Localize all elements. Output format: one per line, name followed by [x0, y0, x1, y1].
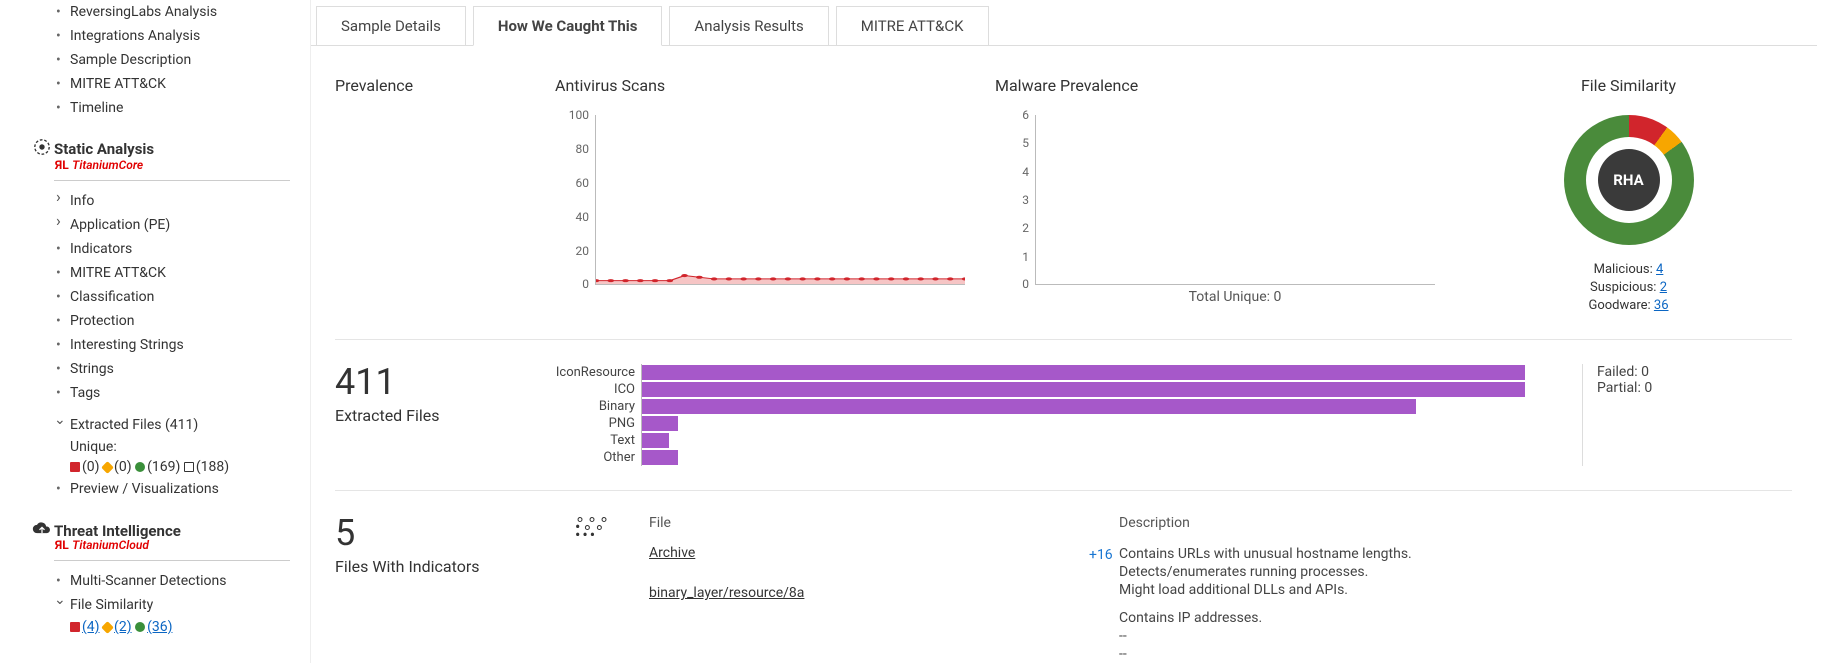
prevalence-title: Prevalence	[335, 76, 525, 95]
tab-analysis-results[interactable]: Analysis Results	[669, 6, 828, 46]
diamond-orange-icon	[101, 461, 114, 474]
file-similarity-donut: RHA	[1564, 115, 1694, 245]
sidebar-item[interactable]: ReversingLabs Analysis	[30, 0, 290, 24]
file-link[interactable]: Archive	[649, 545, 1069, 561]
sidebar-item-mitre[interactable]: MITRE ATT&CK	[30, 261, 290, 285]
sidebar-item[interactable]: Integrations Analysis	[30, 24, 290, 48]
malware-prevalence-chart: 6 5 4 3 2 1 0	[995, 115, 1435, 285]
file-similarity-cell: File Similarity RHA Malicious: 4 Suspici…	[1465, 76, 1792, 315]
partial-line: Partial: 0	[1597, 380, 1792, 396]
link-goodware[interactable]: 36	[1654, 298, 1669, 313]
cloud-icon	[30, 521, 54, 540]
tab-how-we-caught[interactable]: How We Caught This	[473, 6, 663, 46]
sidebar-item-strings[interactable]: Strings	[30, 357, 290, 381]
sidebar-item[interactable]: MITRE ATT&CK	[30, 72, 290, 96]
sidebar-item-application[interactable]: Application (PE)	[30, 213, 290, 237]
sidebar-item-extracted-files[interactable]: Extracted Files (411)	[30, 413, 290, 437]
bar-label: Text	[555, 433, 641, 448]
bar-label: ICO	[555, 382, 641, 397]
static-list: Info Application (PE) Indicators MITRE A…	[30, 189, 290, 405]
sidebar-item[interactable]: Timeline	[30, 96, 290, 120]
section-static-analysis[interactable]: Static Analysis	[30, 132, 290, 160]
file-similarity-legend: Malicious: 4 Suspicious: 2 Goodware: 36	[1588, 261, 1668, 315]
sidebar-item-multiscanner[interactable]: Multi-Scanner Detections	[30, 569, 290, 593]
extracted-summary: 411 Extracted Files	[335, 364, 525, 466]
square-red-icon	[70, 622, 80, 632]
extracted-counts: (0) (0) (169) (188)	[30, 457, 290, 477]
sidebar-item-info[interactable]: Info	[30, 189, 290, 213]
sidebar: ReversingLabs Analysis Integrations Anal…	[0, 0, 310, 663]
sidebar-item[interactable]: Sample Description	[30, 48, 290, 72]
square-open-icon	[184, 462, 194, 472]
malware-prevalence-cell: Malware Prevalence 6 5 4 3 2 1 0 Total U…	[995, 76, 1435, 315]
indicators-count: 5	[335, 515, 525, 551]
link-suspicious[interactable]: 2	[1660, 280, 1667, 295]
sidebar-item-indicators[interactable]: Indicators	[30, 237, 290, 261]
unique-label: Unique:	[30, 437, 290, 457]
bar-label: IconResource	[555, 365, 641, 380]
tab-sample-details[interactable]: Sample Details	[316, 6, 466, 46]
section-subtitle: RL TitaniumCore	[30, 158, 290, 172]
link-malicious[interactable]: 4	[1656, 262, 1663, 277]
indicators-label: Files With Indicators	[335, 557, 525, 576]
file-header: File	[649, 515, 1069, 531]
sidebar-item-tags[interactable]: Tags	[30, 381, 290, 405]
failed-line: Failed: 0	[1597, 364, 1792, 380]
sidebar-item-interesting-strings[interactable]: Interesting Strings	[30, 333, 290, 357]
prevalence-cell: Prevalence	[335, 76, 525, 315]
indicators-file-col: File Archive binary_layer/resource/8a	[649, 515, 1069, 663]
antivirus-title: Antivirus Scans	[555, 76, 965, 95]
donut-center-label: RHA	[1598, 149, 1660, 211]
bar-row: Binary	[555, 398, 1552, 415]
circle-green-icon	[135, 622, 145, 632]
grid-dots-icon: ∘∘∘•∘∘•••	[575, 515, 599, 663]
bar-label: PNG	[555, 416, 641, 431]
divider	[54, 560, 290, 561]
sidebar-item-protection[interactable]: Protection	[30, 309, 290, 333]
expand-more-link[interactable]: +16	[1089, 547, 1113, 563]
circle-green-icon	[135, 462, 145, 472]
section-title: Threat Intelligence	[54, 522, 181, 540]
tab-mitre[interactable]: MITRE ATT&CK	[836, 6, 989, 46]
extracted-bar-chart: IconResource ICO Binary PNG Text Other	[555, 364, 1552, 466]
tab-bar: Sample Details How We Caught This Analys…	[310, 0, 1817, 46]
sidebar-item-preview[interactable]: Preview / Visualizations	[30, 477, 290, 501]
square-red-icon	[70, 462, 80, 472]
bar-row: ICO	[555, 381, 1552, 398]
antivirus-chart: 100 80 60 40 20 0	[555, 115, 965, 285]
extracted-status: Failed: 0 Partial: 0	[1582, 364, 1792, 466]
antivirus-cell: Antivirus Scans 100 80 60 40 20 0	[555, 76, 965, 315]
indicators-desc-col: Description +16 Contains URLs with unusu…	[1119, 515, 1792, 663]
divider	[335, 490, 1792, 491]
malware-prevalence-title: Malware Prevalence	[995, 76, 1435, 95]
indicators-summary: 5 Files With Indicators	[335, 515, 525, 663]
main-panel: Sample Details How We Caught This Analys…	[310, 0, 1842, 663]
bar-row: Other	[555, 449, 1552, 466]
section-title: Static Analysis	[54, 140, 154, 158]
bar-row: Text	[555, 432, 1552, 449]
section-subtitle: RL TitaniumCloud	[30, 538, 290, 552]
file-link[interactable]: binary_layer/resource/8a	[649, 585, 1069, 601]
malware-prevalence-note: Total Unique: 0	[995, 289, 1435, 305]
bar-label: Other	[555, 450, 641, 465]
sidebar-item-file-similarity[interactable]: File Similarity	[30, 593, 290, 617]
target-icon	[30, 138, 54, 160]
bar-label: Binary	[555, 399, 641, 414]
diamond-orange-icon	[101, 621, 114, 634]
divider	[335, 339, 1792, 340]
sidebar-top-list: ReversingLabs Analysis Integrations Anal…	[30, 0, 290, 120]
bar-row: PNG	[555, 415, 1552, 432]
similarity-counts: (4) (2) (36)	[30, 617, 290, 637]
divider	[54, 180, 290, 181]
section-threat-intel[interactable]: Threat Intelligence	[30, 515, 290, 540]
extracted-label: Extracted Files	[335, 406, 525, 425]
extracted-count: 411	[335, 364, 525, 400]
sidebar-item-classification[interactable]: Classification	[30, 285, 290, 309]
bar-row: IconResource	[555, 364, 1552, 381]
description-header: Description	[1119, 515, 1792, 531]
file-similarity-title: File Similarity	[1465, 76, 1792, 95]
